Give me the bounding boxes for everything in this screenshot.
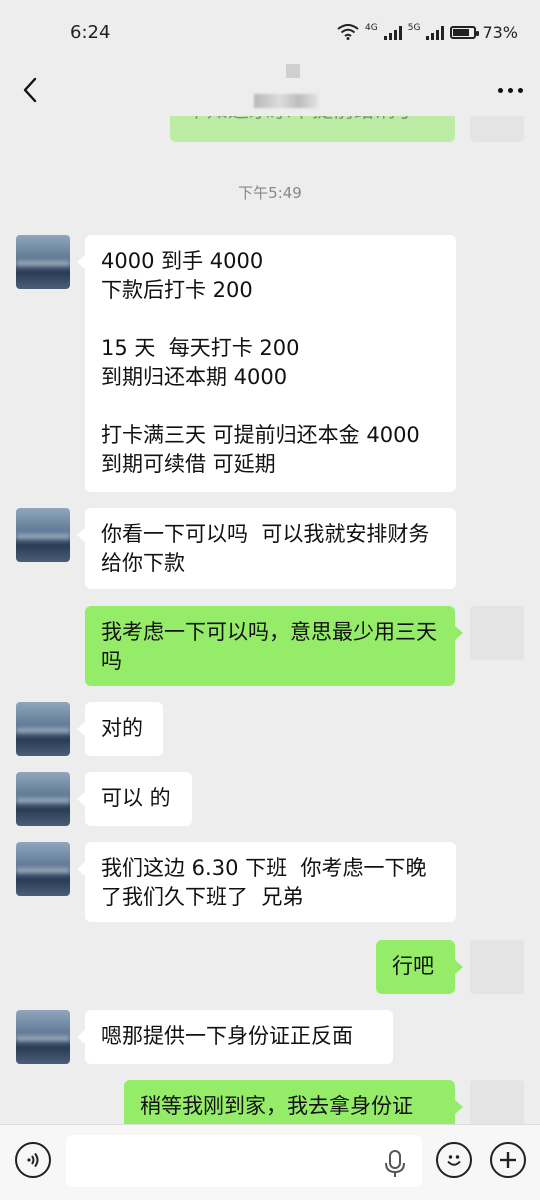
message-bubble[interactable]: 我们这边 6.30 下班 你考虑一下晚了我们久下班了 兄弟 — [77, 842, 456, 922]
contact-name-redacted-top — [286, 64, 300, 78]
network-label-2: 5G — [407, 22, 421, 33]
message-bubble-self[interactable]: 行吧 — [376, 940, 463, 994]
signal-icon-2 — [426, 24, 445, 40]
chat-header — [0, 64, 540, 116]
message-bubble[interactable]: 嗯那提供一下身份证正反面 — [77, 1010, 393, 1064]
more-dot — [517, 87, 523, 93]
status-bar: 6:24 4G 5G 73% — [0, 0, 540, 64]
network-label-1: 4G — [365, 22, 378, 33]
emoji-button[interactable] — [436, 1142, 472, 1178]
message-bubble[interactable]: 你看一下可以吗 可以我就安排财务给你下款 — [77, 508, 456, 589]
plus-icon — [500, 1152, 516, 1168]
avatar-self[interactable] — [470, 606, 524, 660]
avatar-contact[interactable] — [16, 1010, 70, 1064]
voice-button[interactable] — [15, 1142, 51, 1178]
avatar-contact[interactable] — [16, 772, 70, 826]
message-bubble[interactable]: 可以 的 — [77, 772, 192, 826]
avatar-contact[interactable] — [16, 702, 70, 756]
battery-percent: 73% — [482, 22, 518, 42]
chevron-left-icon — [23, 77, 37, 103]
avatar-contact[interactable] — [16, 508, 70, 562]
avatar-contact[interactable] — [16, 235, 70, 289]
message-bubble[interactable]: 对的 — [77, 702, 163, 756]
status-time: 6:24 — [70, 21, 111, 43]
input-bar — [0, 1124, 540, 1200]
message-input[interactable] — [66, 1135, 422, 1187]
more-button[interactable] — [480, 64, 540, 116]
message-bubble-self[interactable]: 稍等我刚到家，我去拿身份证 — [124, 1080, 463, 1124]
wifi-icon — [337, 24, 359, 40]
signal-icon-1 — [383, 24, 402, 40]
status-icons: 4G 5G 73% — [337, 23, 518, 42]
mic-icon[interactable] — [384, 1149, 406, 1179]
chat-messages: 早知道乐乐不提前给消了 下午5:49 4000 到手 4000 下款后打卡 20… — [0, 116, 540, 1124]
avatar-self[interactable] — [470, 940, 524, 994]
battery-icon — [450, 25, 480, 39]
emoji-icon — [447, 1155, 461, 1166]
contact-name-redacted — [254, 94, 318, 108]
back-button[interactable] — [0, 64, 60, 116]
avatar-self[interactable] — [470, 1080, 524, 1124]
more-dots-icon — [497, 87, 503, 93]
message-bubble[interactable]: 4000 到手 4000 下款后打卡 200 15 天 每天打卡 200 到期归… — [77, 235, 456, 492]
more-dot — [507, 87, 513, 93]
plus-button[interactable] — [490, 1142, 526, 1178]
voice-icon — [27, 1152, 39, 1168]
message-bubble-partial[interactable]: 早知道乐乐不提前给消了 — [170, 116, 455, 142]
avatar-self[interactable] — [470, 116, 524, 142]
message-timestamp: 下午5:49 — [238, 184, 302, 202]
avatar-contact[interactable] — [16, 842, 70, 896]
message-bubble-self[interactable]: 我考虑一下可以吗，意思最少用三天吗 — [85, 606, 463, 686]
